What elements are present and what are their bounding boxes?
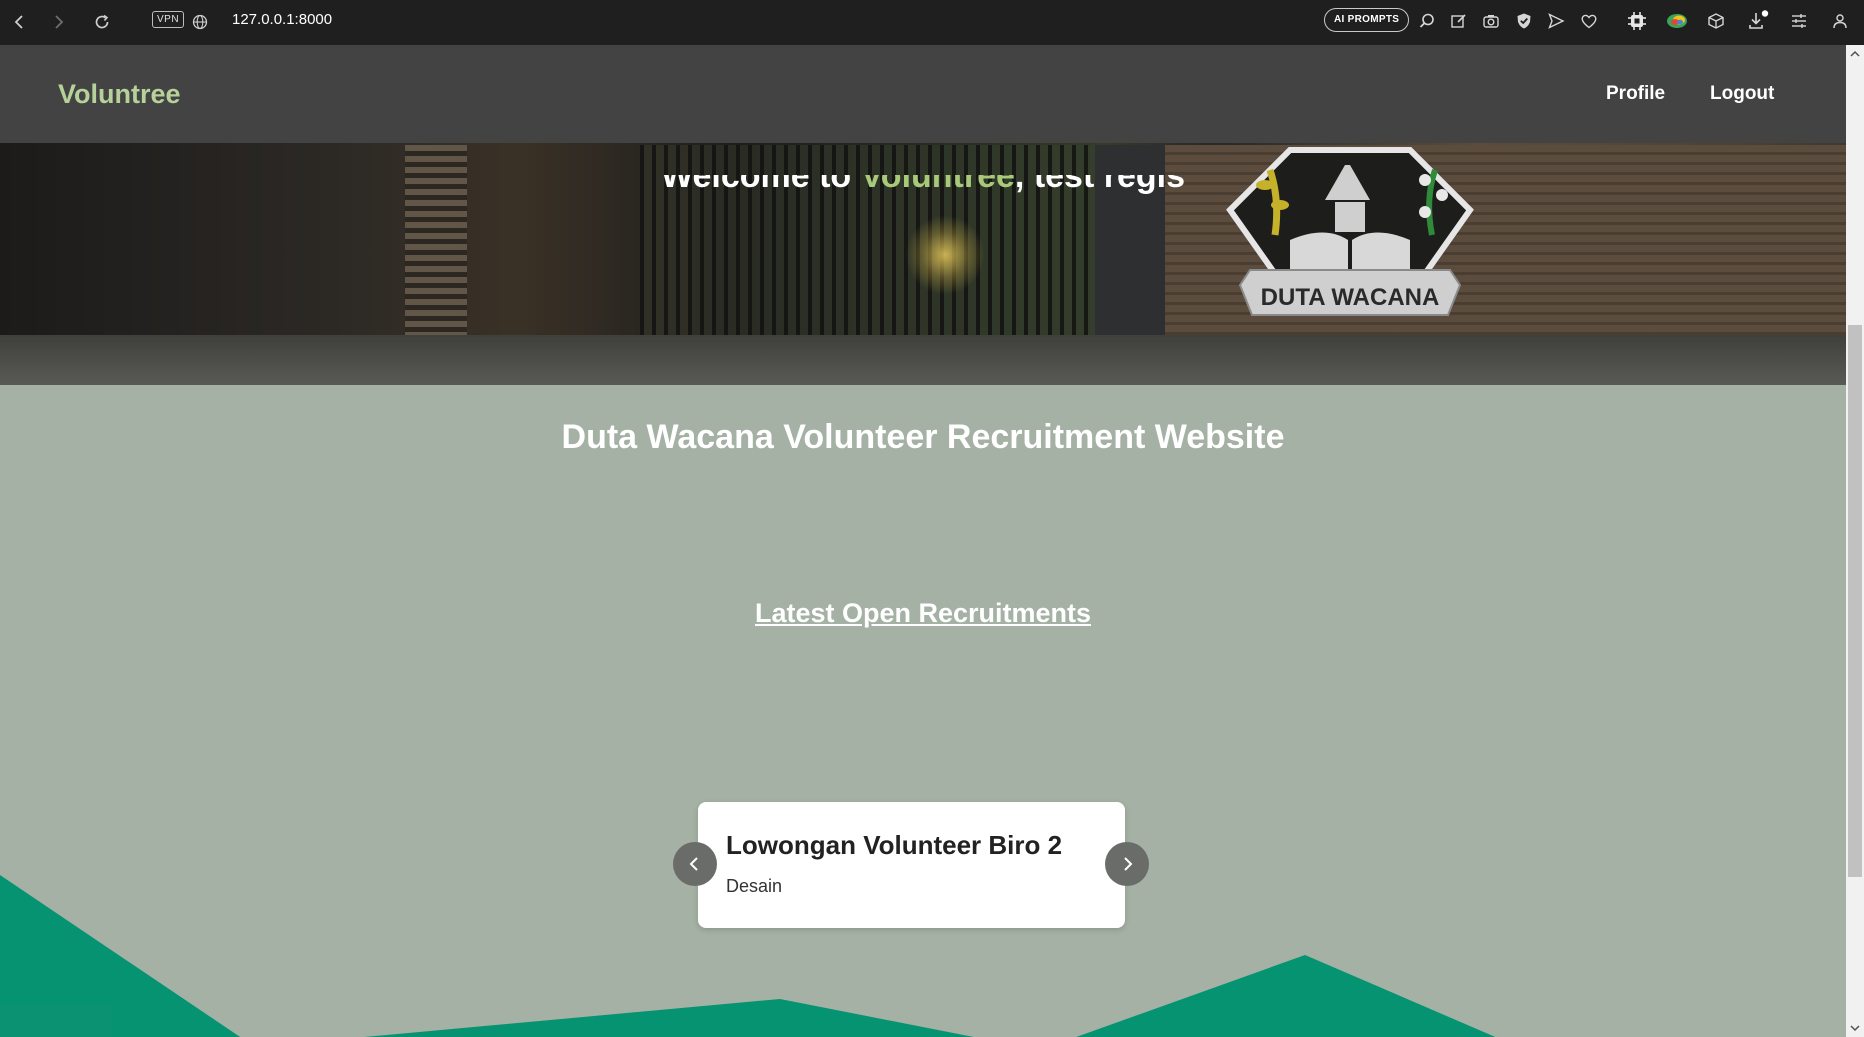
logo-text: DUTA WACANA	[1261, 284, 1440, 311]
carousel-next-button[interactable]	[1105, 842, 1149, 886]
browser-toolbar: VPN 127.0.0.1:8000 AI PROMPTS	[0, 0, 1864, 45]
reload-icon[interactable]	[90, 10, 114, 34]
page-title: Duta Wacana Volunteer Recruitment Websit…	[561, 418, 1285, 456]
download-icon[interactable]	[1746, 9, 1770, 33]
nav-link-profile[interactable]: Profile	[1606, 83, 1665, 105]
edit-icon[interactable]	[1447, 9, 1471, 33]
camera-icon[interactable]	[1479, 9, 1503, 33]
latest-recruitments-link[interactable]: Latest Open Recruitments	[0, 598, 1846, 629]
hero-slats-decoration	[405, 145, 467, 335]
card-title: Lowongan Volunteer Biro 2	[726, 830, 1063, 860]
search-icon[interactable]	[1415, 9, 1439, 33]
profile-icon[interactable]	[1828, 9, 1852, 33]
address-bar[interactable]: 127.0.0.1:8000	[232, 11, 332, 28]
scroll-up-icon[interactable]	[1850, 49, 1860, 59]
page-viewport: DUTA WACANA Welcome to Voluntree, test r…	[0, 45, 1846, 1037]
corner-overlay-box	[0, 1005, 112, 1037]
hero-light-decoration	[905, 215, 985, 295]
chevron-left-icon	[689, 857, 698, 871]
back-icon[interactable]	[8, 10, 32, 34]
navbar-brand-link[interactable]: Voluntree	[58, 79, 181, 110]
settings-sliders-icon[interactable]	[1787, 9, 1811, 33]
page-scrollbar[interactable]	[1846, 45, 1864, 1037]
scrollbar-thumb[interactable]	[1848, 325, 1862, 877]
send-icon[interactable]	[1544, 9, 1568, 33]
duta-wacana-logo: DUTA WACANA	[1220, 130, 1480, 370]
forward-icon[interactable]	[46, 10, 70, 34]
heart-icon[interactable]	[1577, 9, 1601, 33]
carousel-prev-button[interactable]	[673, 842, 717, 886]
ai-prompts-button[interactable]: AI PROMPTS	[1324, 8, 1410, 32]
box-icon[interactable]	[1704, 9, 1728, 33]
recruitment-card[interactable]: Lowongan Volunteer Biro 2 Desain	[698, 802, 1125, 928]
shield-icon[interactable]	[1512, 9, 1536, 33]
hero-floor-decoration	[0, 335, 1846, 385]
vpn-badge[interactable]: VPN	[152, 11, 185, 28]
chevron-right-icon	[1124, 857, 1133, 871]
color-wheel-icon[interactable]	[1665, 9, 1689, 33]
extension-chip-icon[interactable]	[1625, 9, 1649, 33]
site-navbar: Voluntree Profile Logout	[0, 45, 1846, 143]
card-category: Desain	[726, 876, 783, 896]
globe-icon	[188, 10, 212, 34]
nav-link-logout[interactable]: Logout	[1710, 83, 1774, 105]
scroll-down-icon[interactable]	[1850, 1023, 1860, 1033]
